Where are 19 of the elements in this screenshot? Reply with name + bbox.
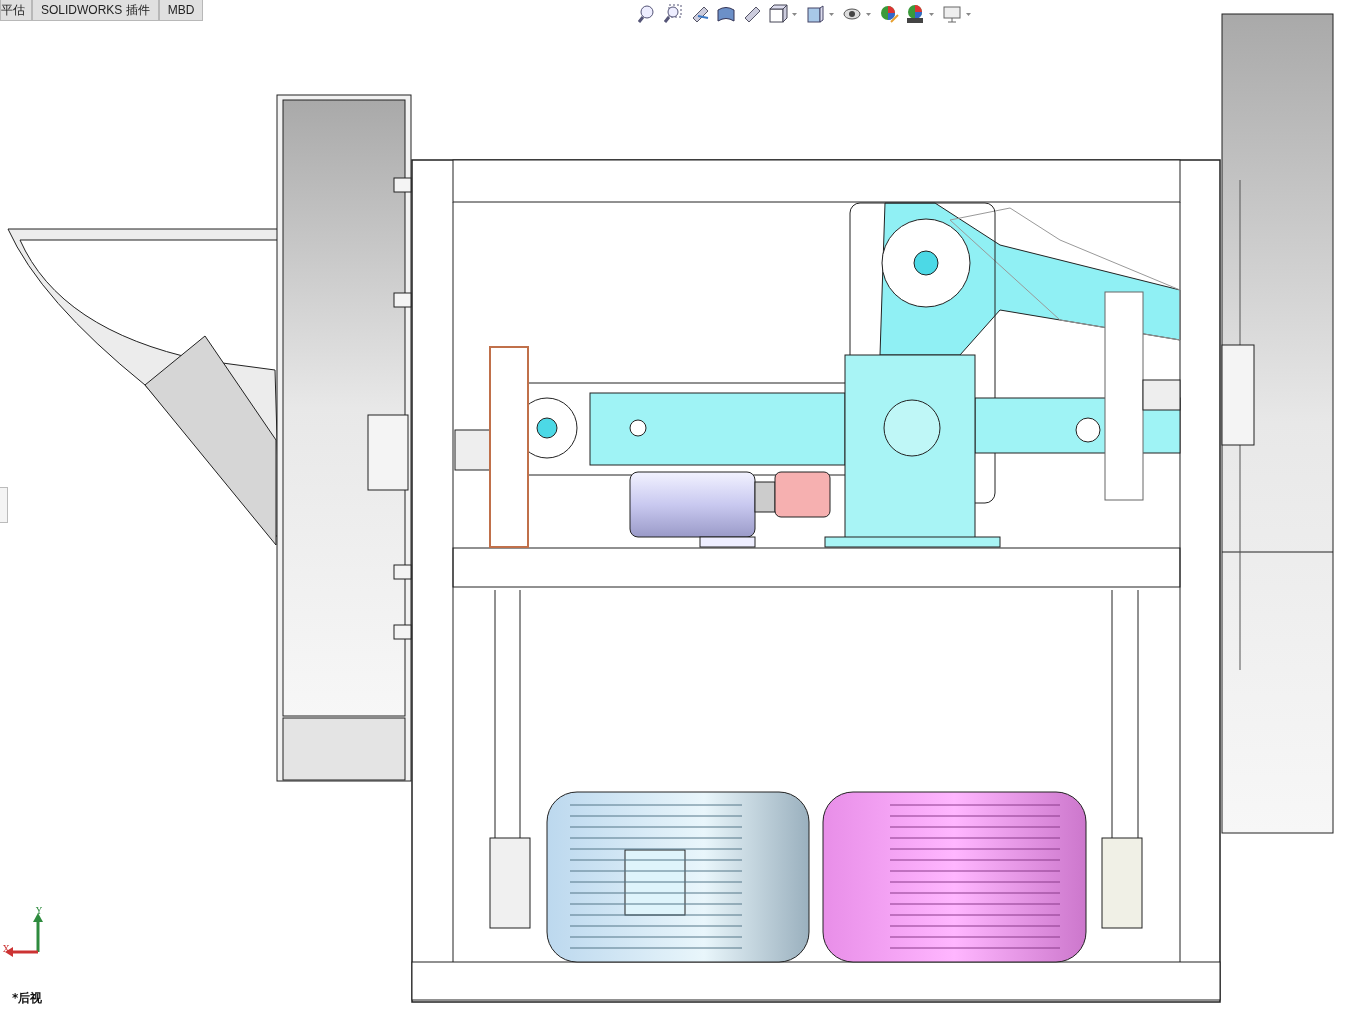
zoom-to-area-icon[interactable]: [664, 4, 684, 24]
tab[interactable]: SOLIDWORKS 插件: [32, 0, 159, 21]
caret-icon[interactable]: [792, 12, 797, 16]
appearance-icon[interactable]: [879, 4, 899, 24]
axis-triad-drawing: [4, 912, 44, 958]
view-orientation-icon[interactable]: [768, 4, 788, 24]
caret-icon[interactable]: [966, 12, 971, 16]
display-style-icon[interactable]: [805, 4, 825, 24]
caret-icon[interactable]: [929, 12, 934, 16]
panel-handle[interactable]: [0, 487, 8, 523]
telescope-icon[interactable]: [690, 4, 710, 24]
tab[interactable]: 平估: [0, 0, 32, 21]
section-view-icon[interactable]: [716, 4, 736, 24]
scene-icon[interactable]: [905, 4, 925, 24]
tab[interactable]: MBD: [158, 0, 204, 21]
y-axis-label: Y: [36, 906, 42, 916]
view-name-label: *后视: [12, 990, 43, 1007]
caret-icon[interactable]: [866, 12, 871, 16]
caret-icon[interactable]: [829, 12, 834, 16]
